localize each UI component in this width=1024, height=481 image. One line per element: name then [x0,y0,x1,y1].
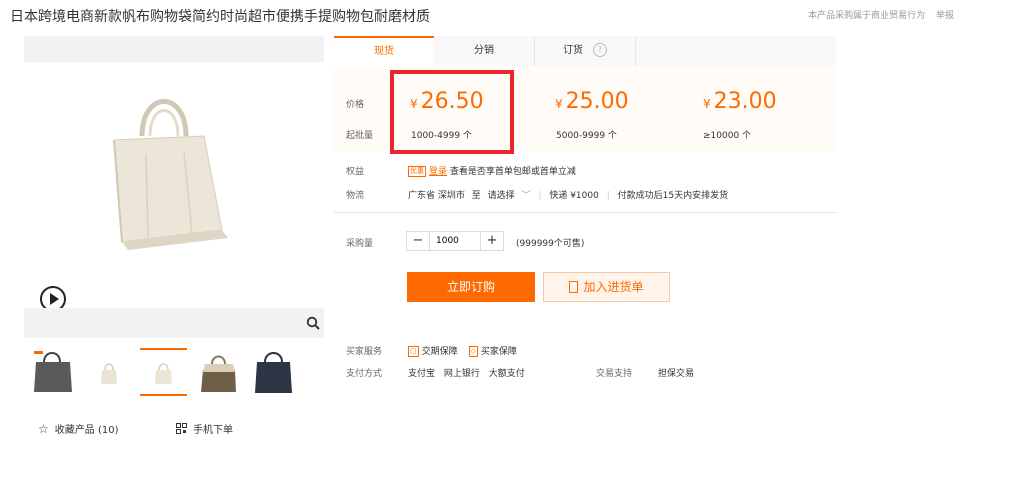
payment-method: 大额支付 [488,369,525,379]
shipping-fee: 快递 ¥1000 [549,191,599,201]
currency-symbol: ¥ [555,97,563,111]
payment-methods: 支付宝 网上银行 大额支付 [408,366,525,379]
trade-notice: 本产品采购属于商业贸易行为 [808,11,926,21]
divider-line [334,212,836,213]
trade-support-label: 交易支持 [596,369,633,379]
product-title: 日本跨境电商新款帆布购物袋简约时尚超市便携手提购物包耐磨材质 [10,9,430,25]
service-item-2[interactable]: 买家保障 [481,347,517,357]
delivery-info: 付款成功后15天内安排发货 [617,191,729,201]
service-label: 买家服务 [346,347,383,357]
tab-distribution[interactable]: 分销 [434,36,535,66]
thumbnail-1[interactable] [30,348,77,396]
add-to-cart-label: 加入进货单 [583,280,644,294]
range-tier-3: ≥10000 个 [703,131,752,141]
offer-tabs: 现货 分销 订货? [334,36,836,67]
star-icon: ☆ [38,422,49,436]
price-tier-3: ¥23.00 [703,89,777,114]
quantity-label: 采购量 [346,239,374,249]
price-tier-2: ¥25.00 [555,89,629,114]
thumbnail-3-selected[interactable] [140,348,187,396]
tab-preorder-label: 订货 [563,45,583,56]
quantity-input[interactable] [436,236,476,246]
mobile-order-link[interactable]: 手机下单 [176,421,233,436]
benefits-row: 优惠 登录 查看是否享首单包邮或首单立减 [408,164,576,177]
benefits-text: 查看是否享首单包邮或首单立减 [449,167,576,177]
range-tier-2: 5000-9999 个 [556,131,617,141]
benefits-label: 权益 [346,167,365,177]
highlight-box [390,70,514,154]
favorite-label: 收藏产品 (10) [54,425,119,436]
payment-method: 网上银行 [443,369,480,379]
origin-location: 广东省 深圳市 [408,191,465,201]
tab-in-stock[interactable]: 现货 [334,36,434,66]
currency-symbol: ¥ [703,97,711,111]
shield-icon: ◇ [468,346,478,357]
service-row: ▢ 交期保障 ◇ 买家保障 [408,344,517,357]
divider: | [606,191,610,201]
header-links: 本产品采购属于商业贸易行为 举报 [800,8,954,21]
qr-code-icon [176,423,187,434]
quantity-stepper: − + [406,231,504,251]
payment-label: 支付方式 [346,369,383,379]
stock-available: (999999个可售) [516,239,585,249]
help-icon[interactable]: ? [593,43,607,57]
zoom-bar [24,308,324,338]
to-text: 至 [471,191,481,201]
chevron-down-icon: ﹀ [521,191,531,201]
gallery-top-bar [24,36,324,62]
report-link[interactable]: 举报 [936,11,954,21]
logistics-label: 物流 [346,191,365,201]
destination-value: 请选择 [487,191,515,201]
decrease-button[interactable]: − [407,232,429,250]
quantity-field[interactable] [429,232,481,250]
mobile-order-label: 手机下单 [193,425,233,436]
moq-label: 起批量 [346,131,374,141]
trade-support-value: 担保交易 [658,369,695,379]
clipboard-icon [569,281,579,293]
thumbnail-2[interactable] [85,348,132,396]
main-product-image[interactable] [24,62,324,306]
divider: | [538,191,542,201]
destination-select[interactable]: 请选择 ﹀ [488,191,531,201]
price-label: 价格 [346,100,365,110]
increase-button[interactable]: + [481,232,503,250]
add-to-cart-button[interactable]: 加入进货单 [543,272,670,302]
thumbnail-strip [30,348,330,398]
delivery-guarantee-icon: ▢ [408,346,419,357]
price-value: 23.00 [713,89,777,114]
coupon-badge: 优惠 [408,166,426,177]
buy-now-button[interactable]: 立即订购 [407,272,535,302]
payment-method: 支付宝 [408,369,436,379]
tab-preorder[interactable]: 订货? [535,36,636,66]
search-icon[interactable] [306,316,320,330]
thumbnail-4[interactable] [195,348,242,396]
favorite-product-link[interactable]: ☆ 收藏产品 (10) [38,421,118,436]
service-item-1[interactable]: 交期保障 [422,347,458,357]
login-link[interactable]: 登录 [429,167,447,177]
logistics-row: 广东省 深圳市 至 请选择 ﹀ | 快递 ¥1000 | 付款成功后15天内安排… [408,188,728,201]
price-value: 25.00 [565,89,629,114]
thumbnail-5[interactable] [250,348,297,396]
